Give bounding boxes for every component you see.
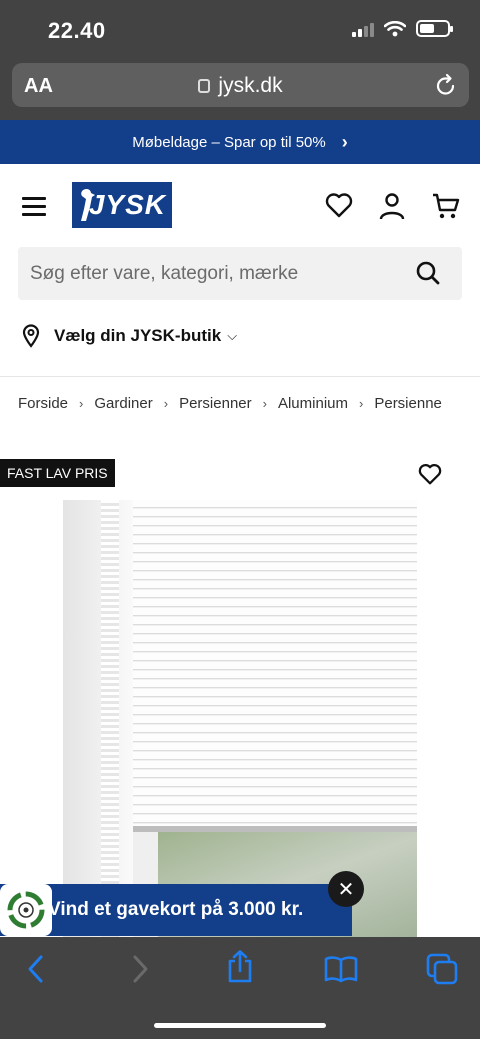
tabs-icon[interactable] (426, 953, 458, 985)
address-bar[interactable]: AA jysk.dk (12, 63, 469, 107)
breadcrumb: Forside › Gardiner › Persienner › Aluminium… (0, 376, 480, 430)
location-pin-icon (22, 324, 40, 348)
promo-text: Møbeldage – Spar op til 50% (132, 133, 326, 151)
site-header: JYSK Vælg din JYSK-butik ⌵ (0, 164, 480, 376)
heart-icon[interactable] (325, 192, 353, 218)
battery-icon (416, 20, 453, 37)
search-icon[interactable] (416, 261, 440, 285)
breadcrumb-item[interactable]: Persienner (179, 395, 252, 412)
status-icons (352, 20, 453, 37)
breadcrumb-item[interactable]: Gardiner (94, 395, 152, 412)
product-gallery: FAST LAV PRIS (0, 430, 480, 937)
logo-text: JYSK (88, 189, 166, 220)
search-input[interactable] (30, 247, 410, 300)
cellular-signal-icon (352, 21, 374, 37)
home-indicator (154, 1023, 326, 1028)
chevron-down-icon: ⌵ (227, 328, 238, 343)
price-badge: FAST LAV PRIS (0, 459, 115, 487)
forward-icon[interactable] (130, 953, 150, 985)
breadcrumb-item[interactable]: Persienne (374, 395, 442, 412)
bird-logo-icon (81, 189, 95, 221)
share-icon[interactable] (226, 950, 254, 984)
chevron-right-icon: › (262, 396, 267, 411)
breadcrumb-item[interactable]: Forside (18, 395, 68, 412)
recycle-gift-icon (0, 884, 52, 936)
chevron-right-icon: › (163, 396, 169, 411)
search-box (18, 247, 462, 300)
chevron-right-icon: › (341, 131, 348, 152)
jysk-logo[interactable]: JYSK (72, 182, 172, 228)
user-icon[interactable] (379, 192, 405, 220)
url-display[interactable]: jysk.dk (12, 74, 469, 98)
cart-icon[interactable] (432, 192, 460, 220)
promo-banner[interactable]: Møbeldage – Spar op til 50% › (0, 120, 480, 164)
url-text: jysk.dk (218, 74, 283, 97)
breadcrumb-item[interactable]: Aluminium (278, 395, 348, 412)
reload-icon[interactable] (435, 73, 457, 97)
gift-card-text: Vind et gavekort på 3.000 kr. (48, 899, 304, 920)
bookmarks-icon[interactable] (324, 955, 358, 983)
chevron-right-icon: › (359, 396, 364, 411)
blind-slats (133, 500, 417, 830)
browser-toolbar (0, 937, 480, 1039)
product-image[interactable] (63, 500, 417, 937)
store-label: Vælg din JYSK-butik (54, 326, 222, 345)
add-to-favorites-icon[interactable] (418, 463, 442, 485)
store-selector[interactable]: Vælg din JYSK-butik ⌵ (22, 324, 237, 348)
browser-address-area: AA jysk.dk (0, 60, 480, 120)
chevron-right-icon: › (79, 396, 84, 411)
status-bar: 22.40 (0, 0, 480, 60)
gift-card-banner[interactable]: Vind et gavekort på 3.000 kr. (0, 884, 352, 936)
lock-icon (198, 79, 211, 93)
wifi-icon (384, 20, 406, 36)
menu-icon[interactable] (22, 197, 46, 216)
status-time: 22.40 (48, 18, 106, 43)
back-icon[interactable] (26, 953, 46, 985)
close-button[interactable]: ✕ (328, 871, 364, 907)
